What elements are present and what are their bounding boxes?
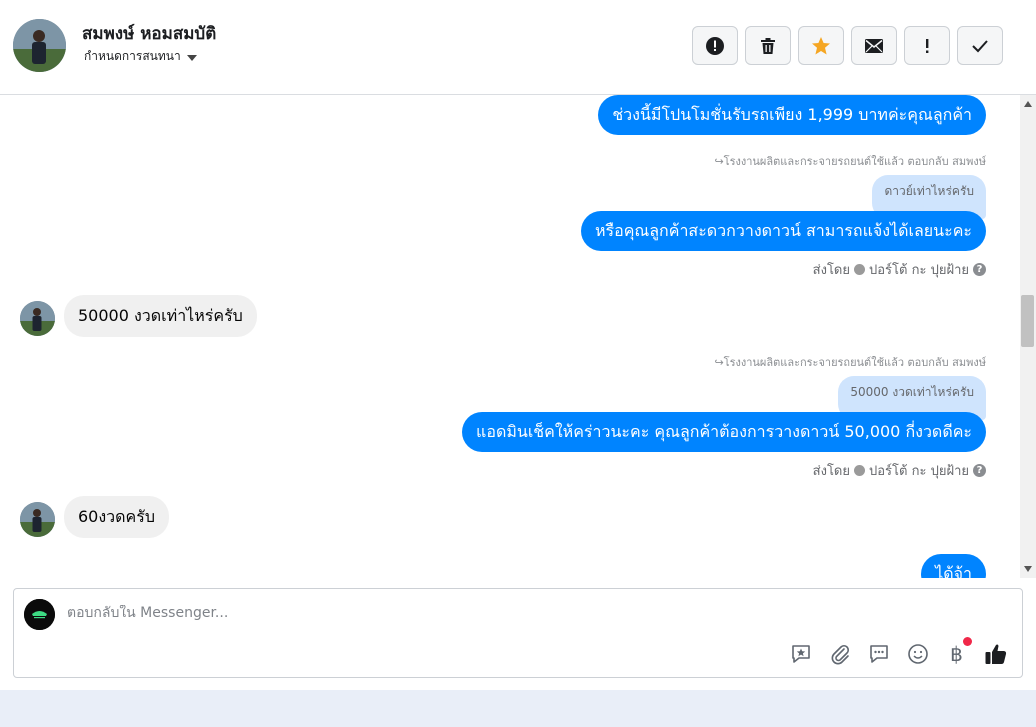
reply-input[interactable] bbox=[67, 605, 967, 621]
sent-by-name: ปอร์โต้ กะ ปุยฝ้าย bbox=[869, 263, 969, 278]
exclamation-icon bbox=[926, 38, 929, 53]
outgoing-message[interactable]: ช่วงนี้มีโปนโมชั่นรับรถเพียง 1,999 บาทค่… bbox=[598, 95, 986, 135]
quick-reply-icon[interactable] bbox=[866, 641, 891, 666]
message-thread[interactable]: ช่วงนี้มีโปนโมชั่นรับรถเพียง 1,999 บาทค่… bbox=[0, 95, 1020, 578]
verified-dot-icon bbox=[854, 264, 865, 275]
alert-circle-icon bbox=[706, 36, 724, 55]
baht-symbol: ฿ bbox=[950, 641, 963, 666]
thumbs-up-icon[interactable] bbox=[983, 641, 1008, 666]
trash-icon bbox=[761, 37, 775, 54]
reply-meta-text: โรงงานผลิตและกระจายรถยนต์ใช้แล้ว ตอบกลับ… bbox=[723, 155, 986, 168]
scroll-down-arrow-icon[interactable] bbox=[1024, 566, 1032, 572]
emoji-icon[interactable] bbox=[905, 641, 930, 666]
reply-meta-text: โรงงานผลิตและกระจายรถยนต์ใช้แล้ว ตอบกลับ… bbox=[723, 356, 986, 369]
help-question-icon[interactable]: ? bbox=[973, 464, 986, 477]
caret-down-icon bbox=[186, 54, 197, 61]
reply-composer: ฿ bbox=[13, 588, 1023, 678]
messenger-inbox: สมพงษ์ หอมสมบัติ กำหนดการสนทนา ช่วงนี้มี… bbox=[0, 0, 1036, 727]
notification-dot bbox=[963, 637, 972, 646]
help-question-icon[interactable]: ? bbox=[973, 263, 986, 276]
mark-unread-button[interactable] bbox=[851, 26, 897, 65]
star-button[interactable] bbox=[798, 26, 844, 65]
outgoing-message[interactable]: แอดมินเช็คให้คร่าวนะคะ คุณลูกค้าต้องการว… bbox=[462, 412, 986, 452]
scroll-up-arrow-icon[interactable] bbox=[1024, 101, 1032, 107]
outgoing-message[interactable]: หรือคุณลูกค้าสะดวกวางดาวน์ สามารถแจ้งได้… bbox=[580, 211, 986, 251]
incoming-message[interactable]: 60งวดครับ bbox=[64, 496, 169, 538]
assign-label: กำหนดการสนทนา bbox=[84, 49, 181, 63]
attachment-icon[interactable] bbox=[827, 641, 852, 666]
contact-name[interactable]: สมพงษ์ หอมสมบัติ bbox=[82, 20, 216, 47]
envelope-icon bbox=[865, 38, 883, 53]
baht-payment-icon[interactable]: ฿ bbox=[944, 637, 972, 666]
avatar[interactable] bbox=[20, 301, 55, 336]
reply-meta: ↪โรงงานผลิตและกระจายรถยนต์ใช้แล้ว ตอบกลั… bbox=[714, 152, 986, 170]
sent-by-name: ปอร์โต้ กะ ปุยฝ้าย bbox=[869, 464, 969, 479]
reply-arrow-icon: ↪ bbox=[714, 356, 724, 369]
page-avatar bbox=[24, 599, 55, 630]
assign-conversation-dropdown[interactable]: กำหนดการสนทนา bbox=[84, 47, 197, 66]
reply-arrow-icon: ↪ bbox=[714, 155, 724, 168]
sent-by-line: ส่งโดย ปอร์โต้ กะ ปุยฝ้าย ? bbox=[813, 460, 986, 481]
avatar[interactable] bbox=[20, 502, 55, 537]
conversation-toolbar bbox=[692, 26, 1003, 65]
sent-by-prefix: ส่งโดย bbox=[812, 464, 850, 479]
scrollbar-thumb[interactable] bbox=[1021, 295, 1034, 347]
conversation-header: สมพงษ์ หอมสมบัติ กำหนดการสนทนา bbox=[0, 0, 1036, 95]
report-spam-button[interactable] bbox=[692, 26, 738, 65]
outgoing-message[interactable]: ได้จ้า bbox=[921, 554, 986, 578]
follow-up-button[interactable] bbox=[904, 26, 950, 65]
composer-toolbar: ฿ bbox=[788, 637, 1008, 666]
delete-button[interactable] bbox=[745, 26, 791, 65]
bottom-strip bbox=[0, 690, 1036, 727]
reply-meta: ↪โรงงานผลิตและกระจายรถยนต์ใช้แล้ว ตอบกลั… bbox=[714, 353, 986, 371]
incoming-message[interactable]: 50000 งวดเท่าไหร่ครับ bbox=[64, 295, 257, 337]
sent-by-line: ส่งโดย ปอร์โต้ กะ ปุยฝ้าย ? bbox=[813, 259, 986, 280]
sent-by-prefix: ส่งโดย bbox=[812, 263, 850, 278]
contact-avatar[interactable] bbox=[13, 19, 66, 72]
thread-scrollbar[interactable] bbox=[1020, 95, 1036, 578]
mark-done-button[interactable] bbox=[957, 26, 1003, 65]
checkmark-icon bbox=[972, 39, 988, 52]
verified-dot-icon bbox=[854, 465, 865, 476]
saved-reply-icon[interactable] bbox=[788, 641, 813, 666]
star-icon bbox=[812, 36, 830, 54]
